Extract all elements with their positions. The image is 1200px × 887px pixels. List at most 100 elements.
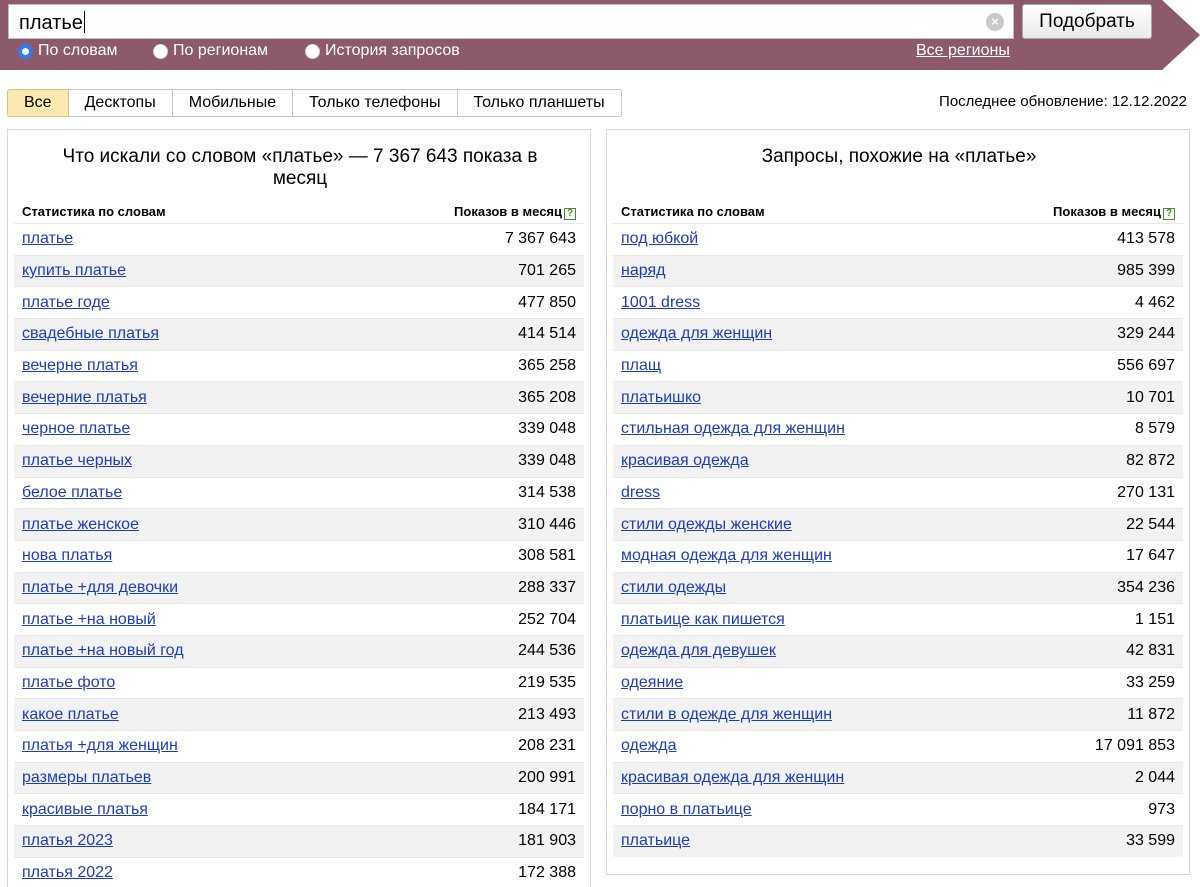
tab-all[interactable]: Все	[7, 89, 69, 117]
radio-query-history[interactable]: История запросов	[305, 42, 460, 60]
impressions-count: 7 367 643	[504, 230, 576, 248]
keyword-link[interactable]: черное платье	[22, 420, 130, 438]
keyword-link[interactable]: стили одежды	[621, 579, 726, 597]
keyword-link[interactable]: порно в платьице	[621, 801, 752, 819]
table-row: платье фото 219 535	[14, 666, 584, 699]
keyword-link[interactable]: платье +для девочки	[22, 579, 178, 597]
keyword-link[interactable]: наряд	[621, 262, 665, 280]
impressions-count: 244 536	[518, 642, 576, 660]
keyword-link[interactable]: под юбкой	[621, 230, 698, 248]
search-query[interactable]: платье	[19, 12, 83, 34]
keyword-link[interactable]: белое платье	[22, 484, 122, 502]
keyword-link[interactable]: платье	[22, 230, 73, 248]
keyword-link[interactable]: свадебные платья	[22, 325, 159, 343]
radio-by-words[interactable]: По словам	[18, 42, 117, 60]
tab-mobile[interactable]: Мобильные	[172, 89, 294, 117]
impressions-count: 22 544	[1126, 515, 1175, 533]
radio-by-regions[interactable]: По регионам	[153, 42, 268, 60]
table-row: одежда для женщин 329 244	[613, 318, 1183, 350]
impressions-count: 310 446	[518, 515, 576, 533]
submit-button[interactable]: Подобрать	[1022, 4, 1152, 39]
radio-label: История запросов	[325, 42, 460, 59]
keyword-link[interactable]: модная одежда для женщин	[621, 547, 832, 565]
device-tabs: Все Десктопы Мобильные Только телефоны Т…	[7, 89, 622, 117]
column-header-count-label: Показов в месяц	[454, 204, 562, 219]
keyword-link[interactable]: платья +для женщин	[22, 737, 178, 755]
keyword-link[interactable]: нова платья	[22, 547, 112, 565]
keyword-link[interactable]: платье черных	[22, 452, 132, 470]
stats-table: под юбкой 413 578 наряд 985 399 1001 dress 4 …	[613, 223, 1183, 857]
impressions-count: 2 044	[1134, 769, 1175, 787]
keyword-link[interactable]: платья 2023	[22, 832, 113, 850]
column-header-words: Статистика по словам	[621, 204, 765, 219]
impressions-count: 1 151	[1134, 610, 1175, 628]
table-row: одежда 17 091 853	[613, 730, 1183, 762]
table-row: платье 7 367 643	[14, 223, 584, 255]
keyword-link[interactable]: купить платье	[22, 262, 126, 280]
table-row: платье +на новый 252 704	[14, 603, 584, 635]
impressions-count: 556 697	[1117, 357, 1175, 375]
impressions-count: 354 236	[1117, 578, 1175, 596]
help-icon[interactable]: ?	[1163, 208, 1175, 220]
impressions-count: 181 903	[518, 832, 576, 850]
keyword-link[interactable]: стили в одежде для женщин	[621, 706, 832, 724]
impressions-count: 414 514	[518, 325, 576, 343]
keyword-link[interactable]: одеяние	[621, 674, 683, 692]
keyword-link[interactable]: одежда	[621, 737, 677, 755]
keyword-link[interactable]: стильная одежда для женщин	[621, 420, 845, 438]
keyword-link[interactable]: плащ	[621, 357, 661, 375]
table-row: нова платья 308 581	[14, 539, 584, 572]
keyword-link[interactable]: платьишко	[621, 389, 701, 407]
radio-label: По словам	[38, 42, 118, 59]
keyword-link[interactable]: платье +на новый	[22, 611, 156, 629]
keyword-link[interactable]: платье годе	[22, 294, 110, 312]
impressions-count: 172 388	[518, 864, 576, 882]
keyword-link[interactable]: вечерние платья	[22, 389, 147, 407]
tab-phones-only[interactable]: Только телефоны	[293, 89, 458, 117]
last-update-text: Последнее обновление: 12.12.2022	[939, 93, 1187, 110]
impressions-count: 4 462	[1134, 293, 1175, 311]
text-caret	[83, 11, 85, 33]
keyword-link[interactable]: красивая одежда	[621, 452, 749, 470]
clear-icon[interactable]: ×	[986, 13, 1004, 31]
keyword-link[interactable]: платье фото	[22, 674, 115, 692]
keyword-link[interactable]: стили одежды женские	[621, 516, 792, 534]
table-row: размеры платьев 200 991	[14, 761, 584, 794]
help-icon[interactable]: ?	[564, 208, 576, 220]
keyword-link[interactable]: одежда для женщин	[621, 325, 772, 343]
table-row: стили одежды 354 236	[613, 571, 1183, 604]
tab-tablets-only[interactable]: Только планшеты	[457, 89, 622, 117]
keyword-link[interactable]: dress	[621, 484, 660, 502]
keyword-link[interactable]: размеры платьев	[22, 769, 151, 787]
impressions-count: 10 701	[1126, 388, 1175, 406]
keyword-link[interactable]: вечерне платья	[22, 357, 138, 375]
keyword-link[interactable]: платьице как пишется	[621, 611, 785, 629]
impressions-count: 413 578	[1117, 230, 1175, 248]
table-row: одеяние 33 259	[613, 666, 1183, 699]
keyword-link[interactable]: красивая одежда для женщин	[621, 769, 844, 787]
impressions-count: 17 091 853	[1094, 737, 1175, 755]
all-regions-link[interactable]: Все регионы	[916, 42, 1010, 60]
table-row: свадебные платья 414 514	[14, 318, 584, 350]
table-row: модная одежда для женщин 17 647	[613, 539, 1183, 572]
keyword-link[interactable]: платья 2022	[22, 864, 113, 882]
keyword-link[interactable]: 1001 dress	[621, 294, 700, 312]
keyword-link[interactable]: красивые платья	[22, 801, 148, 819]
table-row: платье черных 339 048	[14, 444, 584, 477]
impressions-count: 339 048	[518, 420, 576, 438]
impressions-count: 213 493	[518, 705, 576, 723]
table-row: под юбкой 413 578	[613, 223, 1183, 255]
keyword-link[interactable]: какое платье	[22, 706, 119, 724]
tab-desktops[interactable]: Десктопы	[68, 89, 173, 117]
table-row: 1001 dress 4 462	[613, 286, 1183, 318]
keyword-link[interactable]: одежда для девушек	[621, 642, 776, 660]
impressions-count: 33 599	[1126, 832, 1175, 850]
keyword-link[interactable]: платье женское	[22, 516, 139, 534]
search-header: платье × Подобрать По словам По регионам…	[0, 0, 1200, 70]
radio-checked-icon	[18, 43, 33, 59]
table-row: стили одежды женские 22 544	[613, 508, 1183, 540]
search-input[interactable]: платье ×	[8, 4, 1014, 39]
keyword-link[interactable]: платье +на новый год	[22, 642, 184, 660]
impressions-count: 365 208	[518, 388, 576, 406]
keyword-link[interactable]: платьице	[621, 832, 690, 850]
